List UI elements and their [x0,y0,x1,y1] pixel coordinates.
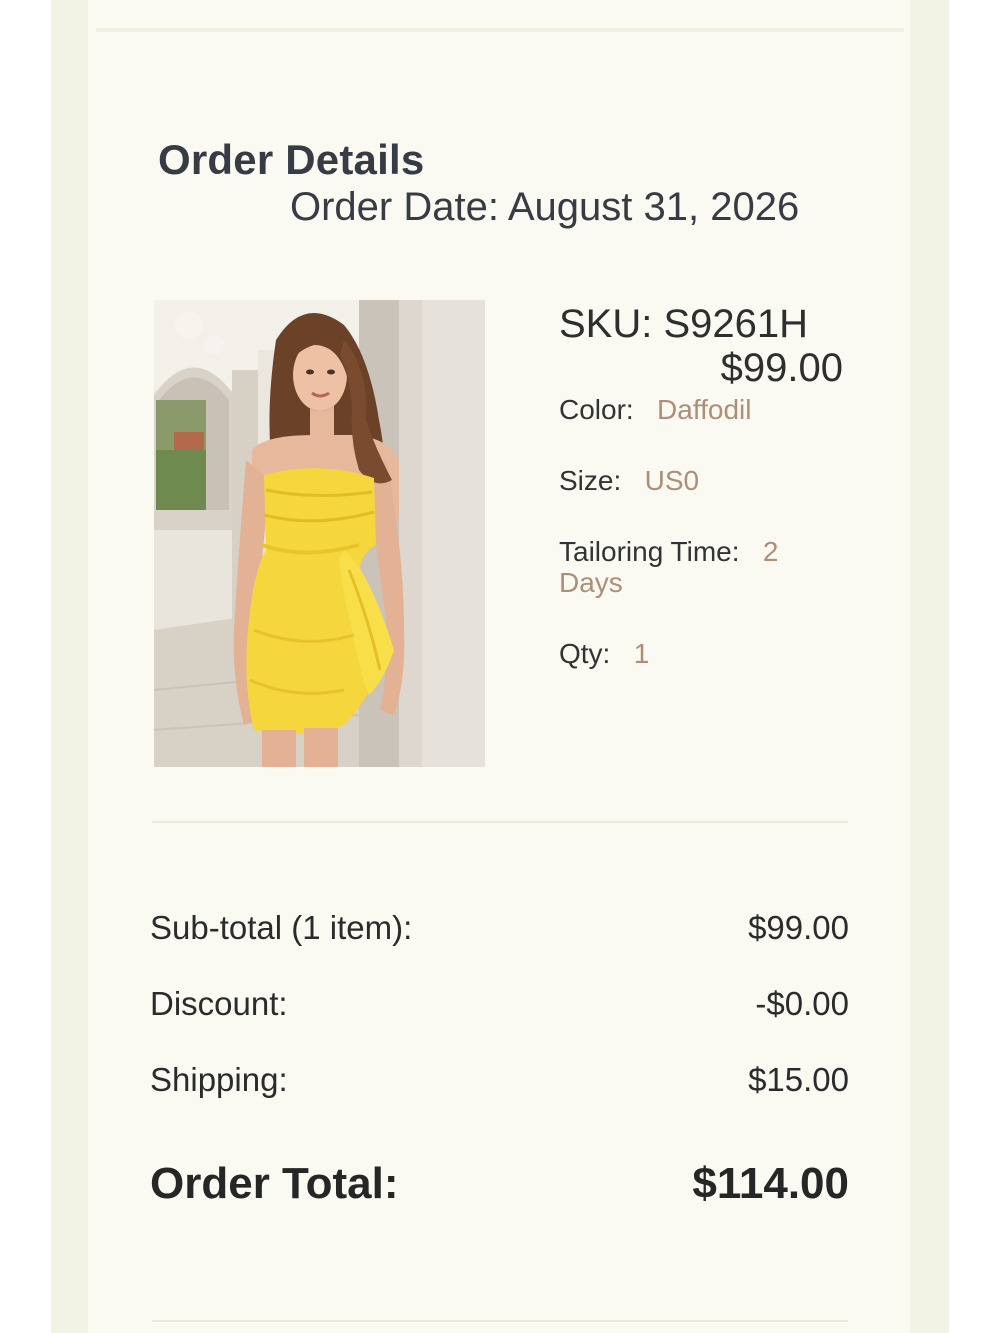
order-details-heading: Order Details [158,136,425,183]
subtotal-value: $99.00 [748,909,849,946]
discount-row: Discount: -$0.00 [150,984,849,1024]
attribute-color: Color: Daffodil [559,394,821,425]
order-total-label: Order Total: [150,1159,399,1208]
attribute-size-value: US0 [644,465,700,496]
shipping-label: Shipping: [150,1061,288,1098]
product-price: $99.00 [720,346,843,390]
product-sku: SKU: S9261H [559,302,809,346]
subtotal-label: Sub-total (1 item): [150,909,413,946]
attribute-tailoring-label: Tailoring Time: [559,536,740,567]
shipping-value: $15.00 [748,1061,849,1098]
discount-value: -$0.00 [755,985,849,1022]
top-divider [96,28,904,32]
order-total-value: $114.00 [692,1159,849,1208]
discount-label: Discount: [150,985,288,1022]
attribute-color-value: Daffodil [657,394,752,425]
summary-divider [152,821,848,823]
product-image[interactable] [154,300,485,767]
attribute-size-label: Size: [559,465,622,496]
attribute-quantity: Qty: 1 [559,638,821,669]
attribute-tailoring-time: Tailoring Time: 2 Days [559,536,821,598]
attribute-qty-label: Qty: [559,638,611,669]
attribute-color-label: Color: [559,394,634,425]
dress-photo-illustration [154,300,485,767]
attribute-size: Size: US0 [559,465,821,496]
order-total-row: Order Total: $114.00 [150,1158,849,1210]
bottom-divider [152,1320,848,1322]
order-date: Order Date: August 31, 2026 [290,185,800,229]
shipping-row: Shipping: $15.00 [150,1060,849,1100]
subtotal-row: Sub-total (1 item): $99.00 [150,908,849,948]
attribute-qty-value: 1 [633,638,650,669]
